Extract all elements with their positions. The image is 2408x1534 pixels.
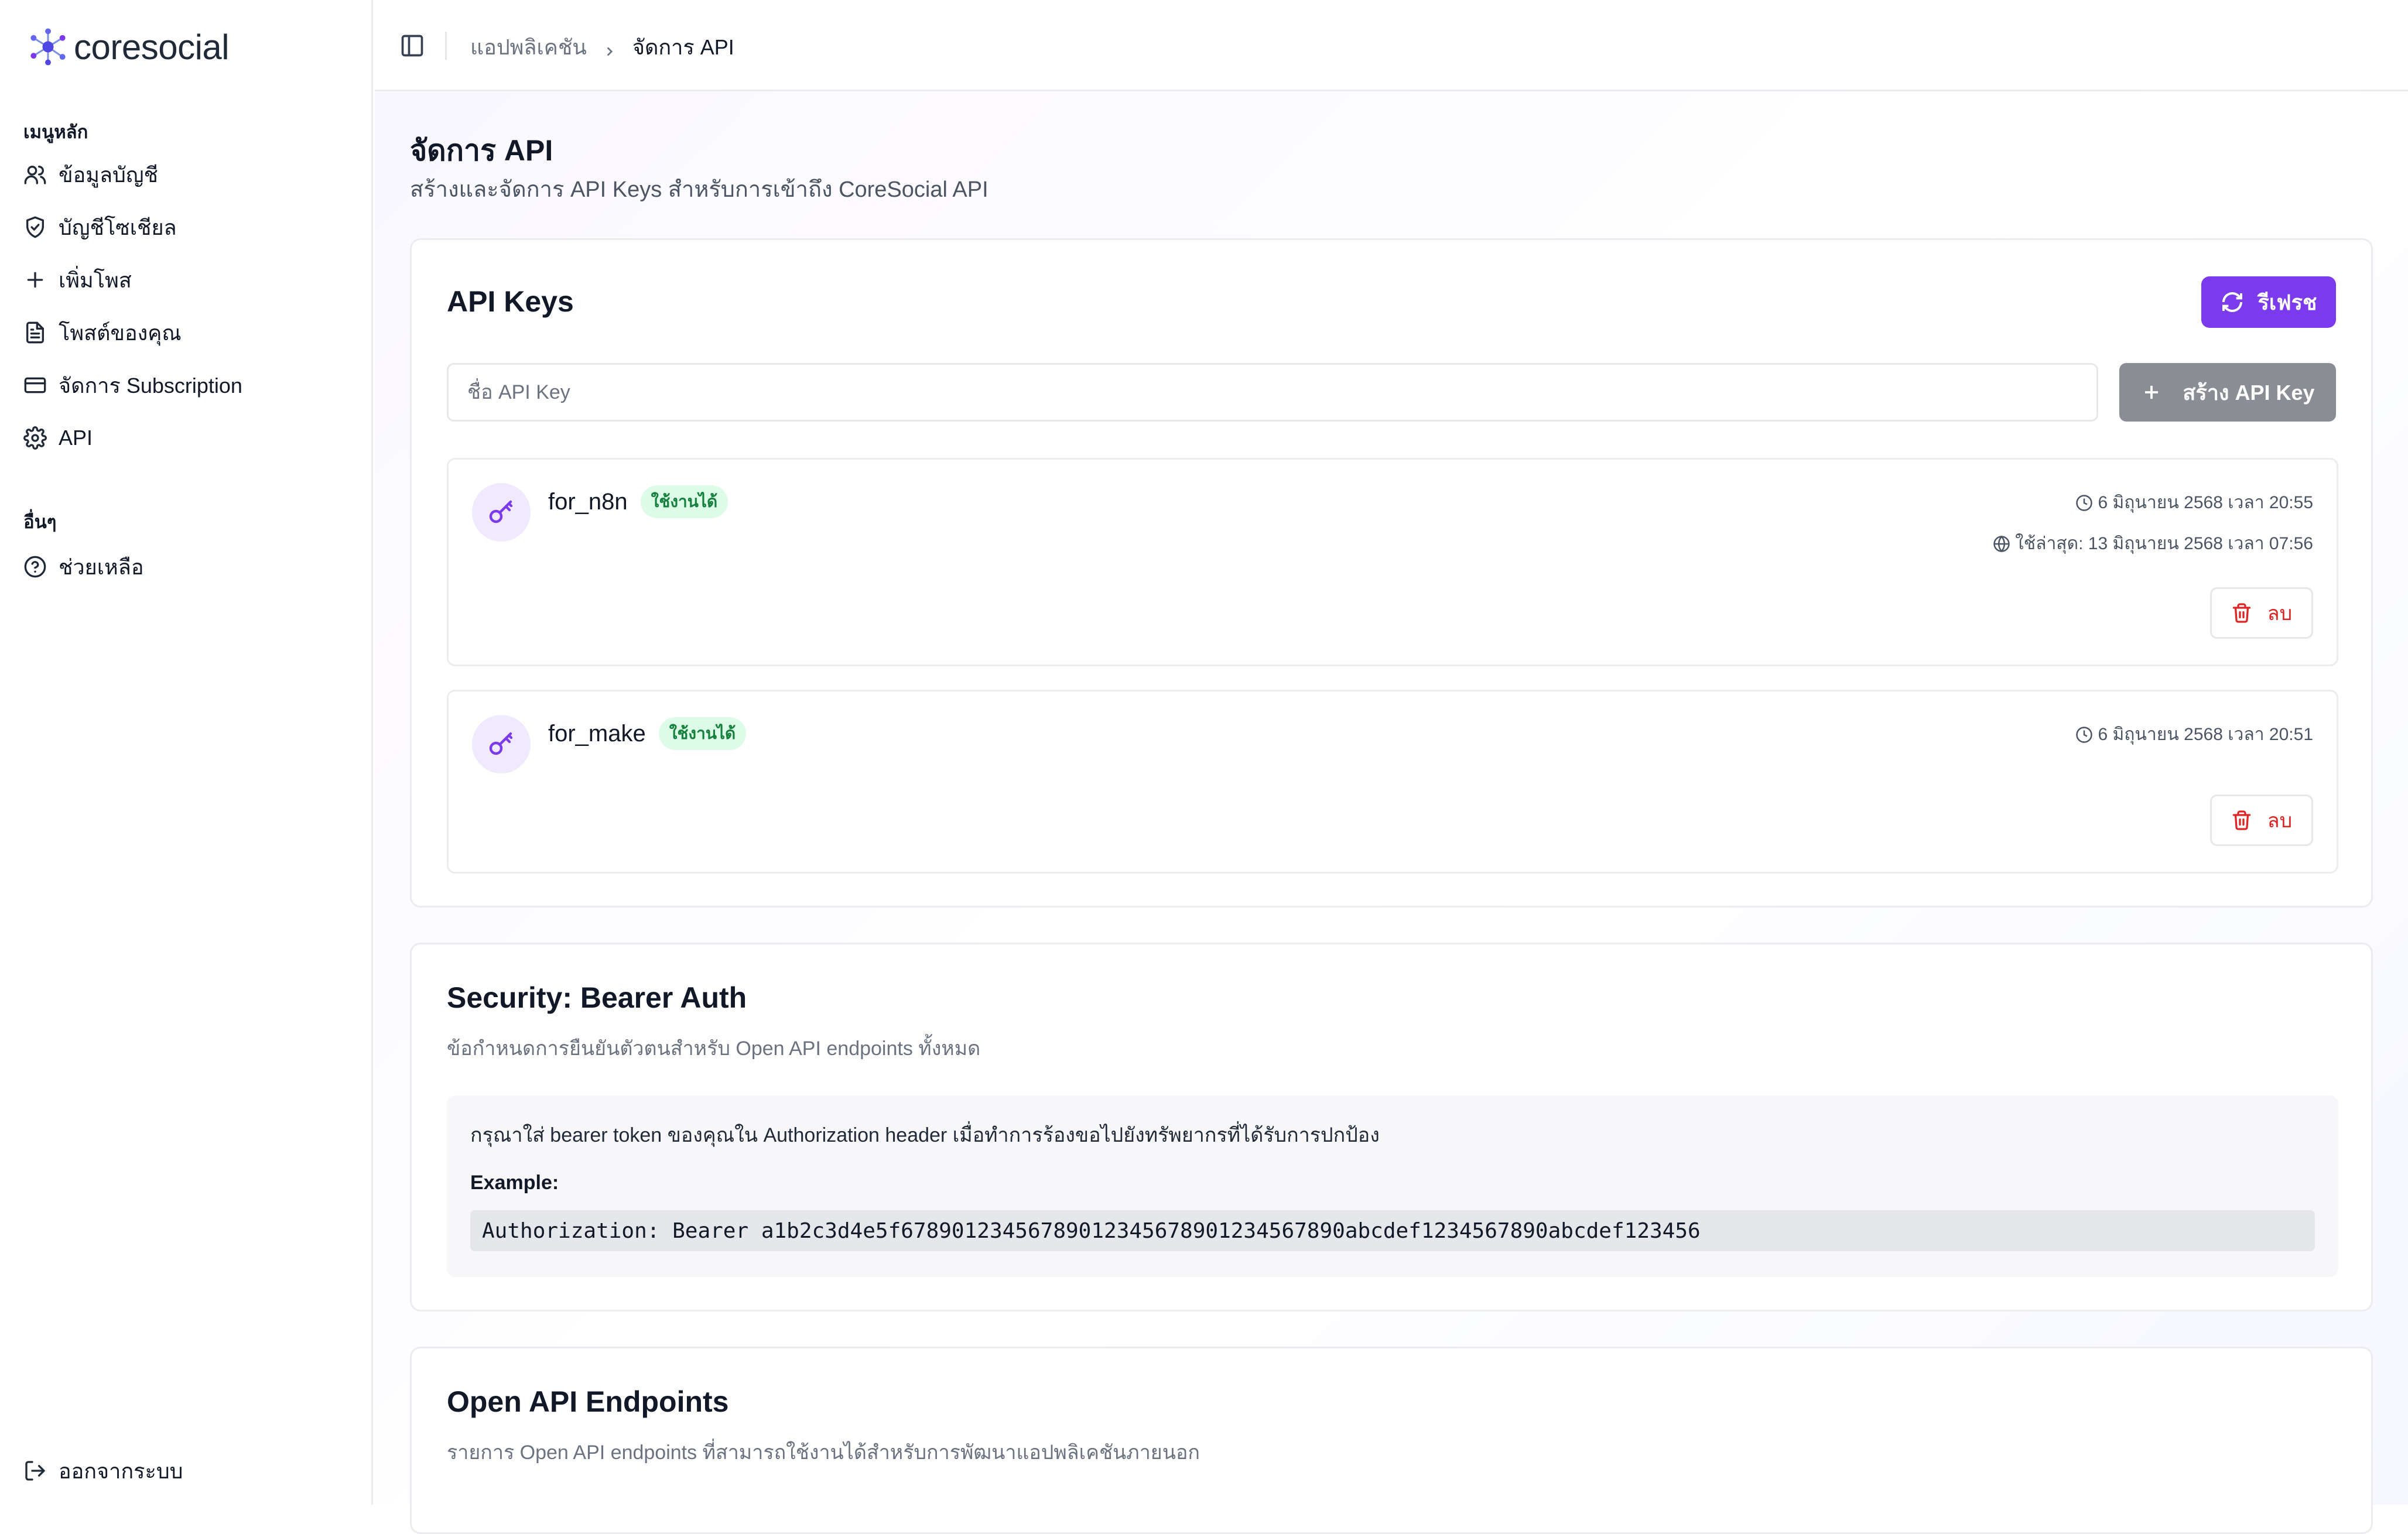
api-key-name: for_n8n (548, 488, 628, 515)
security-card: Security: Bearer Auth ข้อกำหนดการยืนยันต… (410, 943, 2373, 1312)
key-avatar (472, 483, 531, 542)
refresh-label: รีเฟรช (2258, 290, 2317, 314)
page-subtitle: สร้างและจัดการ API Keys สำหรับการเข้าถึง… (410, 177, 988, 202)
key-header: for_n8n ใช้งานได้ (548, 485, 728, 518)
sidebar: coresocial เมนูหลัก ข้อมูลบัญชี บัญชีโซเ… (0, 0, 373, 1505)
breadcrumb: แอปพลิเคชัน จัดการ API (470, 30, 734, 64)
endpoints-description: รายการ Open API endpoints ที่สามารถใช้งา… (447, 1441, 1200, 1464)
security-title: Security: Bearer Auth (447, 981, 747, 1014)
example-label: Example: (470, 1172, 559, 1194)
refresh-button[interactable]: รีเฟรช (2201, 276, 2336, 328)
chevron-right-icon (602, 40, 617, 56)
last-used-text: ใช้ล่าสุด: 13 มิถุนายน 2568 เวลา 07:56 (2015, 534, 2313, 553)
api-key-item: for_make ใช้งานได้ 6 มิถุนายน 2568 เวลา … (447, 690, 2338, 874)
logo[interactable]: coresocial (26, 25, 230, 69)
breadcrumb-parent-link[interactable]: แอปพลิเคชัน (470, 30, 587, 64)
delete-key-button[interactable]: ลบ (2210, 795, 2313, 846)
sidebar-item-label: API (59, 426, 93, 450)
created-at-text: 6 มิถุนายน 2568 เวลา 20:51 (2098, 725, 2313, 744)
sidebar-item-label: จัดการ Subscription (59, 373, 242, 398)
example-code[interactable]: Authorization: Bearer a1b2c3d4e5f6789012… (470, 1210, 2315, 1251)
sidebar-toggle-icon (401, 35, 423, 57)
create-api-key-label: สร้าง API Key (2183, 380, 2315, 405)
sidebar-item-label: เพิ่มโพส (59, 268, 132, 292)
sidebar-item-account[interactable]: ข้อมูลบัญชี (23, 156, 158, 193)
key-avatar (472, 715, 531, 773)
trash-icon (2232, 603, 2250, 623)
document-icon (26, 321, 45, 344)
delete-label: ลบ (2267, 602, 2293, 625)
app-root: coresocial เมนูหลัก ข้อมูลบัญชี บัญชีโซเ… (0, 0, 2408, 1534)
api-key-name-input[interactable] (447, 363, 2098, 422)
sidebar-item-subscription[interactable]: จัดการ Subscription (23, 367, 242, 404)
sidebar-item-your-posts[interactable]: โพสต์ของคุณ (23, 314, 182, 351)
key-icon (489, 500, 513, 523)
api-key-name: for_make (548, 720, 646, 747)
created-at: 6 มิถุนายน 2568 เวลา 20:55 (2075, 489, 2313, 516)
logo-text: coresocial (74, 27, 230, 67)
clock-icon (2076, 494, 2093, 511)
breadcrumb-current: จัดการ API (632, 35, 734, 59)
sidebar-item-label: ข้อมูลบัญชี (59, 162, 158, 187)
sidebar-item-help[interactable]: ช่วยเหลือ (23, 548, 143, 585)
auth-instructions: กรุณาใส่ bearer token ของคุณใน Authoriza… (447, 1095, 2338, 1277)
key-icon (489, 732, 513, 755)
api-keys-card: API Keys รีเฟรช สร้าง API Key for_n8n ใช… (410, 238, 2373, 908)
created-at-text: 6 มิถุนายน 2568 เวลา 20:55 (2098, 493, 2313, 512)
sidebar-toggle-button[interactable] (399, 33, 425, 59)
endpoints-title: Open API Endpoints (447, 1385, 729, 1418)
status-badge: ใช้งานได้ (658, 717, 747, 750)
credit-card-icon (24, 377, 46, 393)
header-divider (445, 32, 447, 60)
sidebar-item-label: ช่วยเหลือ (59, 554, 144, 579)
created-at: 6 มิถุนายน 2568 เวลา 20:51 (2075, 721, 2313, 748)
logout-label: ออกจากระบบ (59, 1458, 183, 1483)
refresh-icon (2222, 292, 2242, 312)
globe-icon (1993, 535, 2010, 552)
plus-icon (2145, 385, 2159, 399)
create-api-key-button[interactable]: สร้าง API Key (2119, 363, 2336, 422)
status-badge: ใช้งานได้ (640, 485, 728, 518)
main-menu-label: เมนูหลัก (23, 122, 88, 142)
other-menu-label: อื่นๆ (23, 512, 57, 532)
api-key-item: for_n8n ใช้งานได้ 6 มิถุนายน 2568 เวลา 2… (447, 458, 2338, 666)
users-icon (24, 166, 46, 184)
plus-icon (27, 272, 43, 288)
clock-icon (2076, 726, 2093, 743)
trash-icon (2232, 810, 2250, 830)
sidebar-item-label: โพสต์ของคุณ (59, 320, 182, 345)
delete-key-button[interactable]: ลบ (2210, 587, 2313, 639)
last-used: ใช้ล่าสุด: 13 มิถุนายน 2568 เวลา 07:56 (1993, 530, 2313, 557)
sidebar-item-label: บัญชีโซเชียล (59, 215, 177, 239)
auth-instruction-text: กรุณาใส่ bearer token ของคุณใน Authoriza… (470, 1124, 1380, 1146)
sidebar-item-social-accounts[interactable]: บัญชีโซเชียล (23, 208, 177, 246)
logo-icon (30, 28, 66, 66)
page-title: จัดการ API (410, 134, 553, 167)
gear-icon (23, 426, 47, 450)
sidebar-item-add-post[interactable]: เพิ่มโพส (23, 261, 132, 299)
help-circle-icon (24, 556, 46, 578)
logout-icon (25, 1461, 45, 1481)
delete-label: ลบ (2267, 810, 2293, 832)
shield-check-icon (26, 216, 45, 238)
logout-button[interactable]: ออกจากระบบ (23, 1452, 183, 1490)
sidebar-item-api[interactable]: API (23, 419, 93, 457)
api-keys-title: API Keys (447, 285, 574, 318)
key-header: for_make ใช้งานได้ (548, 717, 747, 750)
endpoints-card: Open API Endpoints รายการ Open API endpo… (410, 1347, 2373, 1534)
security-description: ข้อกำหนดการยืนยันตัวตนสำหรับ Open API en… (447, 1037, 981, 1060)
